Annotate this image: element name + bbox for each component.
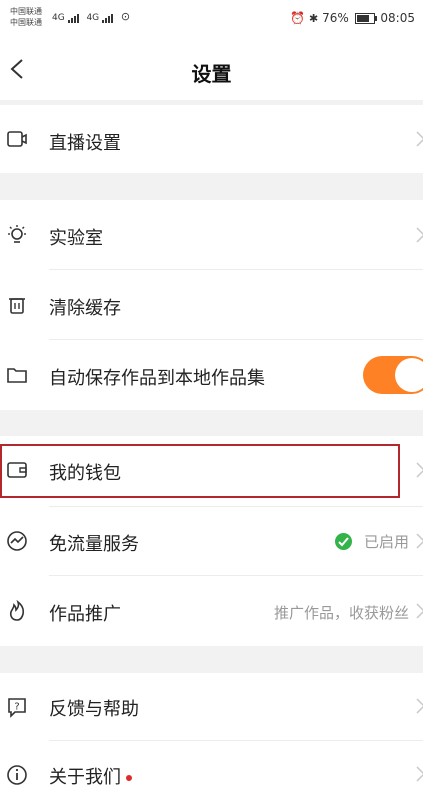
carrier-1: 中国联通 [10,7,42,16]
chevron-right-icon [416,698,423,714]
alarm-icon: ⏰ [290,11,306,25]
settings-row-live[interactable]: 直播设置 [0,105,423,173]
status-bar: 中国联通 中国联通 4G 4G ⊙ ⏰ ✱ 76% 08:05 [0,0,423,40]
status-right: ⏰ ✱ 76% 08:05 [290,11,415,25]
check-circle-icon [335,533,352,550]
row-label: 实验室 [49,228,103,249]
autosave-toggle[interactable] [363,356,423,394]
carrier-2: 中国联通 [10,18,42,27]
battery-percent: 76% [322,11,349,25]
chevron-right-icon [416,462,423,478]
row-label: 关于我们 [49,763,132,789]
row-label: 直播设置 [49,133,121,154]
folder-icon [7,368,27,383]
nav-bar: 设置 [0,40,423,100]
row-divider [49,506,423,507]
trash-icon [9,298,25,314]
clock: 08:05 [380,11,415,25]
sync-icon: ⊙ [120,10,131,23]
signal-bars-icon [67,13,80,23]
camera-icon [7,131,27,147]
network-type-2: 4G [86,13,100,23]
chevron-right-icon [416,227,423,243]
carrier-labels: 中国联通 中国联通 [10,6,42,28]
chevron-right-icon [416,766,423,782]
flame-icon [9,600,25,621]
promote-status: 推广作品，收获粉丝 [273,604,409,622]
battery-level [356,15,369,22]
network-type-1: 4G [52,13,65,23]
chevron-right-icon [416,603,423,619]
row-label: 作品推广 [49,604,121,625]
data-icon [7,531,27,551]
chevron-right-icon [416,131,423,147]
battery-icon [354,13,377,24]
bluetooth-icon: ✱ [309,12,319,25]
highlight-box [0,444,400,498]
about-label: 关于我们 [49,767,121,788]
settings-row-promote[interactable]: 作品推广 推广作品，收获粉丝 [0,576,423,646]
settings-row-autosave: 自动保存作品到本地作品集 [0,340,423,410]
notification-dot [126,775,132,781]
signal-indicators: 4G 4G ⊙ [52,10,130,23]
signal-bars-2-icon [102,13,114,23]
help-icon: ? [8,698,26,718]
row-label: 免流量服务 [49,534,139,555]
toggle-knob [395,358,423,392]
settings-row-cache[interactable]: 清除缓存 [0,270,423,340]
settings-row-about[interactable]: 关于我们 [0,741,423,806]
row-label: 反馈与帮助 [49,699,139,720]
settings-row-lab[interactable]: 实验室 [0,200,423,270]
lightbulb-icon [8,225,26,243]
chevron-right-icon [416,533,423,549]
svg-text:?: ? [14,702,19,713]
row-label: 清除缓存 [49,298,121,319]
settings-row-feedback[interactable]: ? 反馈与帮助 [0,673,423,741]
free-data-status: 已启用 [363,533,409,551]
settings-row-free-data[interactable]: 免流量服务 已启用 [0,506,423,576]
row-label: 自动保存作品到本地作品集 [49,368,265,389]
page-title: 设置 [191,62,232,86]
info-icon [7,765,27,785]
